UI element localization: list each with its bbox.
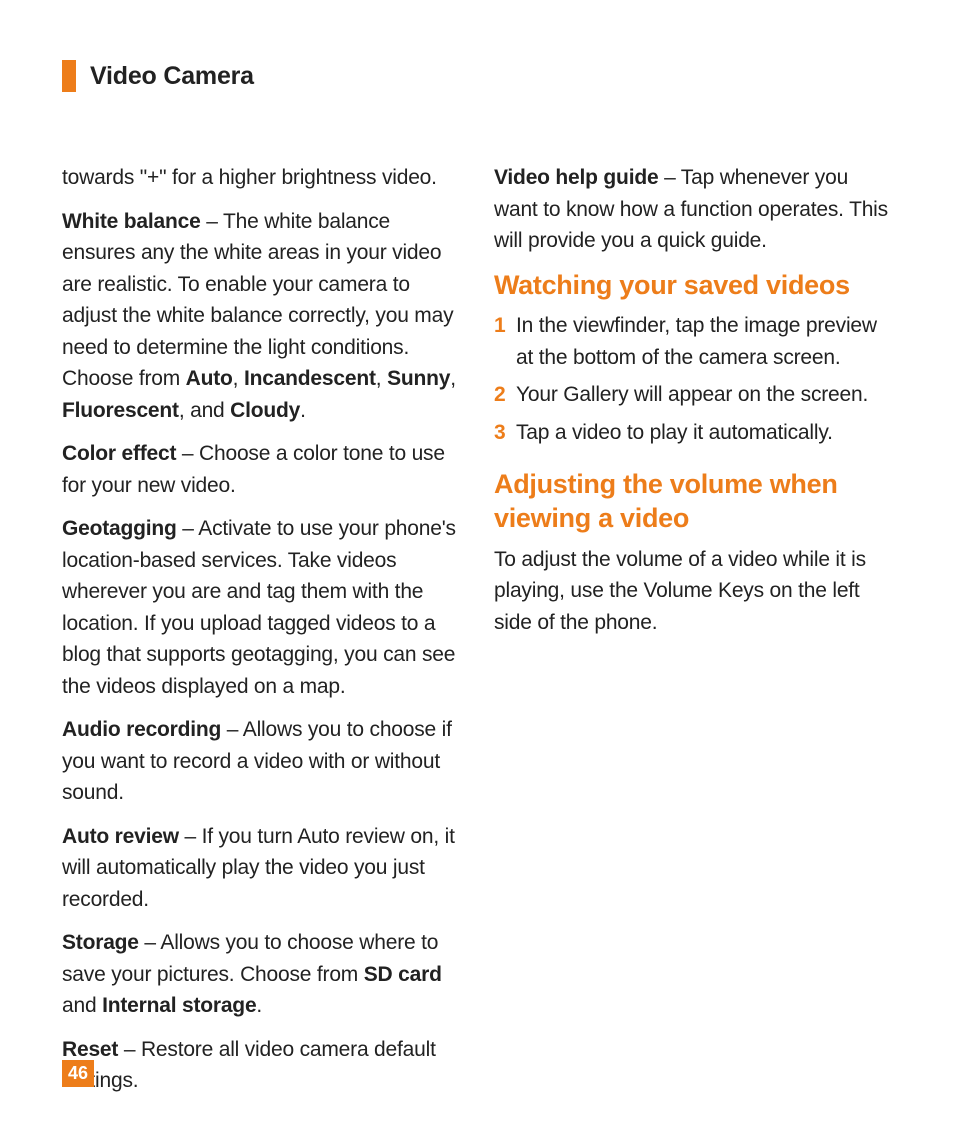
wb-incandescent: Incandescent (244, 367, 376, 390)
step-number: 3 (494, 417, 516, 449)
video-help-label: Video help guide (494, 166, 658, 189)
storage-internal: Internal storage (102, 994, 256, 1017)
manual-page: Video Camera towards "+" for a higher br… (0, 0, 954, 1145)
video-help-para: Video help guide – Tap whenever you want… (494, 162, 892, 257)
header-accent-bar (62, 60, 76, 92)
intro-line: towards "+" for a higher brightness vide… (62, 162, 460, 194)
step-1: 1 In the viewfinder, tap the image previ… (494, 310, 892, 373)
auto-review-label: Auto review (62, 825, 179, 848)
content-columns: towards "+" for a higher brightness vide… (62, 162, 892, 1109)
white-balance-para: White balance – The white balance ensure… (62, 206, 460, 427)
storage-para: Storage – Allows you to choose where to … (62, 927, 460, 1022)
heading-watching: Watching your saved videos (494, 269, 892, 303)
step-number: 2 (494, 379, 516, 411)
sep: , (376, 367, 387, 390)
reset-para: Reset – Restore all video camera default… (62, 1034, 460, 1097)
sep: , and (179, 399, 230, 422)
reset-label: Reset (62, 1038, 118, 1061)
geotagging-label: Geotagging (62, 517, 177, 540)
left-column: towards "+" for a higher brightness vide… (62, 162, 460, 1109)
sep: . (300, 399, 306, 422)
wb-fluorescent: Fluorescent (62, 399, 179, 422)
color-effect-para: Color effect – Choose a color tone to us… (62, 438, 460, 501)
storage-sd: SD card (364, 963, 442, 986)
step-text: In the viewfinder, tap the image preview… (516, 310, 892, 373)
sep: and (62, 994, 102, 1017)
wb-auto: Auto (186, 367, 233, 390)
step-text: Tap a video to play it automatically. (516, 417, 892, 449)
sep: , (450, 367, 456, 390)
white-balance-text: – The white balance ensures any the whit… (62, 210, 453, 391)
step-3: 3 Tap a video to play it automatically. (494, 417, 892, 449)
audio-recording-label: Audio recording (62, 718, 221, 741)
sep: , (233, 367, 244, 390)
wb-sunny: Sunny (387, 367, 450, 390)
storage-label: Storage (62, 931, 139, 954)
audio-recording-para: Audio recording – Allows you to choose i… (62, 714, 460, 809)
reset-text: – Restore all video camera default setti… (62, 1038, 436, 1093)
page-title: Video Camera (90, 62, 254, 91)
step-2: 2 Your Gallery will appear on the screen… (494, 379, 892, 411)
wb-cloudy: Cloudy (230, 399, 300, 422)
right-column: Video help guide – Tap whenever you want… (494, 162, 892, 1109)
color-effect-label: Color effect (62, 442, 176, 465)
page-number-badge: 46 (62, 1060, 94, 1087)
geotagging-text: – Activate to use your phone's location-… (62, 517, 456, 698)
heading-adjusting: Adjusting the volume when viewing a vide… (494, 468, 892, 536)
page-header: Video Camera (62, 60, 892, 92)
sep: . (256, 994, 262, 1017)
step-number: 1 (494, 310, 516, 373)
auto-review-para: Auto review – If you turn Auto review on… (62, 821, 460, 916)
white-balance-label: White balance (62, 210, 201, 233)
geotagging-para: Geotagging – Activate to use your phone'… (62, 513, 460, 702)
step-text: Your Gallery will appear on the screen. (516, 379, 892, 411)
adjust-volume-para: To adjust the volume of a video while it… (494, 544, 892, 639)
